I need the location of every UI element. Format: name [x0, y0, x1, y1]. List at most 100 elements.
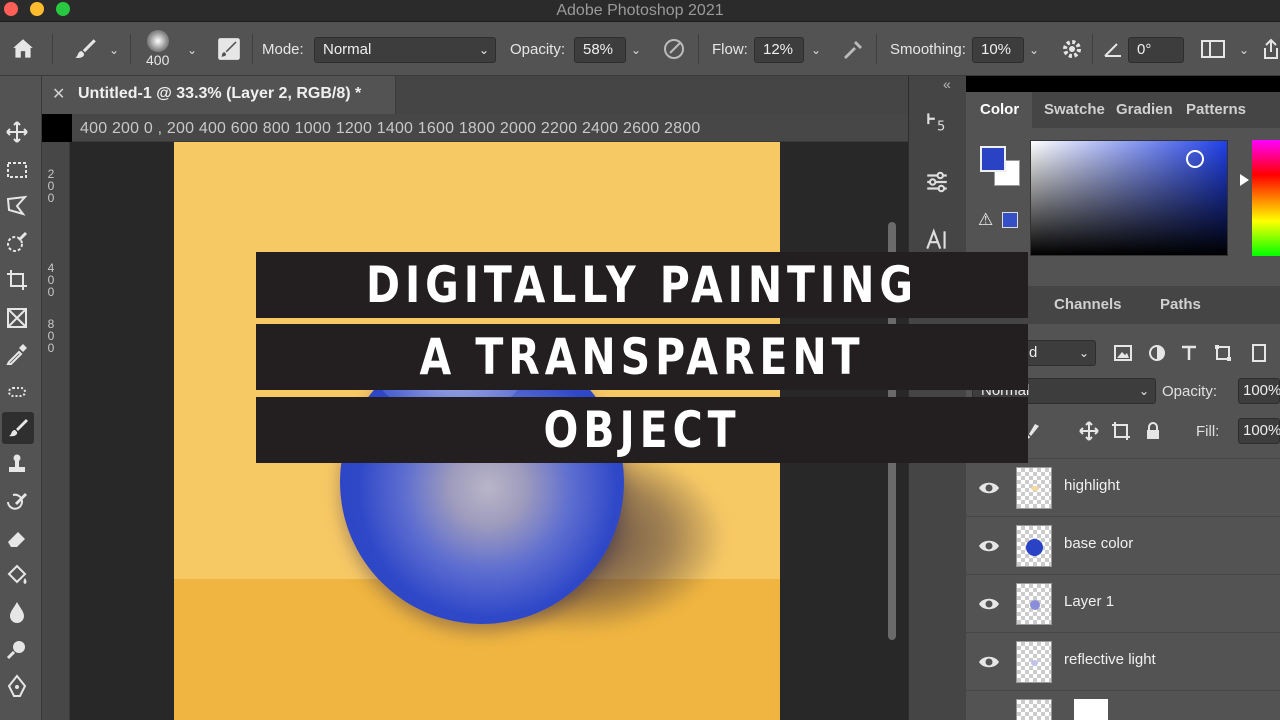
- move-tool-icon[interactable]: [0, 116, 34, 148]
- ruler-label: 800: [47, 317, 55, 355]
- title-line-1: DIGITALLY PAINTING: [366, 256, 918, 314]
- color-panel-tabs: Color Swatche Gradien Patterns: [966, 92, 1280, 128]
- fill-label: Fill:: [1196, 423, 1220, 440]
- history-panel-icon[interactable]: 5: [923, 108, 951, 136]
- crop-tool-icon[interactable]: [0, 264, 34, 296]
- tab-swatches[interactable]: Swatche: [1038, 92, 1108, 128]
- healing-brush-tool-icon[interactable]: [0, 376, 34, 408]
- tab-patterns[interactable]: Patterns: [1180, 92, 1276, 128]
- angle-input[interactable]: 0°: [1128, 37, 1184, 63]
- layer-row[interactable]: highlight: [966, 458, 1280, 516]
- opacity-chevron-icon[interactable]: ⌄: [626, 37, 646, 63]
- brush-size-value: 400: [146, 52, 170, 68]
- options-bar: ⌄ 400 ⌄ Mode: Normal ⌄ Opacity: 58% ⌄ Fl…: [0, 22, 1280, 76]
- eraser-tool-icon[interactable]: [0, 522, 34, 554]
- out-of-gamut-warning-icon[interactable]: ⚠: [978, 210, 993, 230]
- paint-bucket-tool-icon[interactable]: [0, 560, 34, 592]
- home-icon[interactable]: [10, 22, 36, 76]
- tab-color[interactable]: Color: [966, 92, 1032, 128]
- title-line-2: A TRANSPARENT: [419, 328, 865, 386]
- layer-row[interactable]: base color: [966, 516, 1280, 574]
- smoothing-chevron-icon[interactable]: ⌄: [1024, 37, 1044, 63]
- layer-row[interactable]: reflective light: [966, 632, 1280, 690]
- lock-artboard-icon[interactable]: [1110, 420, 1132, 442]
- dodge-tool-icon[interactable]: [0, 634, 34, 666]
- tab-gradients[interactable]: Gradien: [1110, 92, 1176, 128]
- chevron-down-icon: ⌄: [1138, 384, 1149, 398]
- ruler-label: 400: [47, 261, 55, 299]
- type-filter-icon[interactable]: [1178, 342, 1200, 364]
- chevron-down-icon: ⌄: [478, 43, 489, 57]
- tab-paths[interactable]: Paths: [1160, 286, 1201, 324]
- layer-thumbnail: [1016, 699, 1052, 720]
- clone-stamp-tool-icon[interactable]: [0, 448, 34, 480]
- gear-icon[interactable]: [1060, 22, 1084, 76]
- brush-tool-preset-icon[interactable]: [72, 22, 98, 76]
- opacity-input[interactable]: 58%: [574, 37, 626, 63]
- adjustment-filter-icon[interactable]: [1146, 342, 1168, 364]
- quick-selection-tool-icon[interactable]: [0, 226, 34, 258]
- shape-filter-icon[interactable]: [1212, 342, 1234, 364]
- layer-row[interactable]: [966, 690, 1280, 720]
- character-panel-icon[interactable]: [923, 226, 951, 254]
- lock-position-icon[interactable]: [1078, 420, 1100, 442]
- lasso-tool-icon[interactable]: [0, 190, 34, 222]
- brush-size-picker[interactable]: 400: [146, 22, 169, 76]
- brush-tool-icon[interactable]: [2, 412, 34, 444]
- angle-icon: [1102, 22, 1124, 76]
- visibility-eye-icon[interactable]: [978, 477, 1000, 499]
- layer-name: highlight: [1064, 477, 1120, 494]
- lock-all-icon[interactable]: [1142, 420, 1164, 442]
- eyedropper-tool-icon[interactable]: [0, 338, 34, 370]
- web-safe-color-swatch[interactable]: [1002, 212, 1018, 228]
- symmetry-chevron-icon[interactable]: ⌄: [1234, 37, 1254, 63]
- brush-size-chevron-icon[interactable]: ⌄: [182, 37, 202, 63]
- layer-filter-select[interactable]: d ⌄: [1020, 340, 1096, 366]
- fill-input[interactable]: 100%: [1238, 418, 1280, 444]
- title-bar: Adobe Photoshop 2021: [0, 0, 1280, 22]
- foreground-color-swatch[interactable]: [980, 146, 1006, 172]
- visibility-eye-icon[interactable]: [978, 535, 1000, 557]
- visibility-eye-icon[interactable]: [978, 593, 1000, 615]
- collapse-panels-icon[interactable]: «: [943, 76, 951, 92]
- mode-select[interactable]: Normal ⌄: [314, 37, 496, 63]
- horizontal-ruler-labels: 400 200 0 , 200 400 600 800 1000 1200 14…: [80, 120, 701, 137]
- layer-row[interactable]: Layer 1: [966, 574, 1280, 632]
- smoothing-label: Smoothing:: [890, 40, 966, 58]
- horizontal-ruler: 400 200 0 , 200 400 600 800 1000 1200 14…: [72, 114, 908, 142]
- image-filter-icon[interactable]: [1112, 342, 1134, 364]
- brush-preset-chevron-icon[interactable]: ⌄: [104, 37, 124, 63]
- document-tab[interactable]: ✕ Untitled-1 @ 33.3% (Layer 2, RGB/8) *: [42, 76, 396, 114]
- layer-opacity-label: Opacity:: [1162, 383, 1218, 400]
- color-picker-ring[interactable]: [1186, 150, 1204, 168]
- layer-name: Layer 1: [1064, 593, 1115, 610]
- title-banner-line-2: A TRANSPARENT: [256, 324, 1028, 390]
- opacity-label: Opacity:: [510, 40, 566, 58]
- blur-tool-icon[interactable]: [0, 596, 34, 628]
- brush-settings-icon[interactable]: [216, 22, 242, 76]
- hue-slider-arrow[interactable]: [1240, 174, 1249, 186]
- tab-channels[interactable]: Channels: [1054, 286, 1122, 324]
- airbrush-icon[interactable]: [840, 22, 866, 76]
- smart-object-filter-icon[interactable]: [1248, 342, 1270, 364]
- pen-tool-icon[interactable]: [0, 670, 34, 702]
- history-brush-tool-icon[interactable]: [0, 486, 34, 518]
- layer-name: base color: [1064, 535, 1134, 552]
- share-icon[interactable]: [1262, 22, 1280, 76]
- symmetry-icon[interactable]: [1200, 22, 1226, 76]
- hue-slider[interactable]: [1252, 140, 1280, 256]
- flow-input[interactable]: 12%: [754, 37, 804, 63]
- svg-text:5: 5: [937, 120, 945, 135]
- marquee-tool-icon[interactable]: [0, 154, 34, 186]
- close-document-icon[interactable]: ✕: [52, 84, 65, 104]
- pressure-opacity-icon[interactable]: [662, 22, 686, 76]
- layer-thumbnail: [1016, 525, 1052, 567]
- visibility-eye-icon[interactable]: [978, 651, 1000, 673]
- layer-opacity-input[interactable]: 100%: [1238, 378, 1280, 404]
- adjustments-panel-icon[interactable]: [923, 168, 951, 196]
- layer-name: reflective light: [1064, 651, 1156, 668]
- frame-tool-icon[interactable]: [0, 302, 34, 334]
- layer-thumbnail: [1016, 583, 1052, 625]
- flow-chevron-icon[interactable]: ⌄: [806, 37, 826, 63]
- smoothing-input[interactable]: 10%: [972, 37, 1024, 63]
